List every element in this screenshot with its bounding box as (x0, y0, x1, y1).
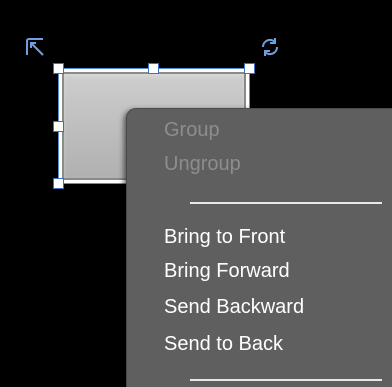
menu-separator (190, 202, 382, 204)
menu-item-ungroup: Ungroup (164, 153, 241, 175)
menu-separator (190, 379, 382, 381)
menu-item-bring-to-front[interactable]: Bring to Front (164, 225, 285, 249)
resize-handle-bottom-left[interactable] (53, 178, 64, 189)
menu-item-send-backward[interactable]: Send Backward (164, 295, 304, 319)
resize-handle-top-left[interactable] (53, 63, 64, 74)
resize-handle-middle-left[interactable] (53, 121, 64, 132)
rotate-icon[interactable] (259, 36, 281, 58)
resize-handle-top-right[interactable] (244, 63, 255, 74)
menu-item-send-to-back[interactable]: Send to Back (164, 332, 283, 356)
resize-handle-top-middle[interactable] (148, 63, 159, 74)
menu-item-bring-forward[interactable]: Bring Forward (164, 259, 290, 283)
context-menu: Group Ungroup Bring to Front Bring Forwa… (126, 108, 392, 387)
resize-diagonal-icon[interactable] (24, 36, 46, 58)
design-canvas[interactable]: Group Ungroup Bring to Front Bring Forwa… (0, 0, 392, 387)
menu-item-group: Group (164, 119, 220, 141)
